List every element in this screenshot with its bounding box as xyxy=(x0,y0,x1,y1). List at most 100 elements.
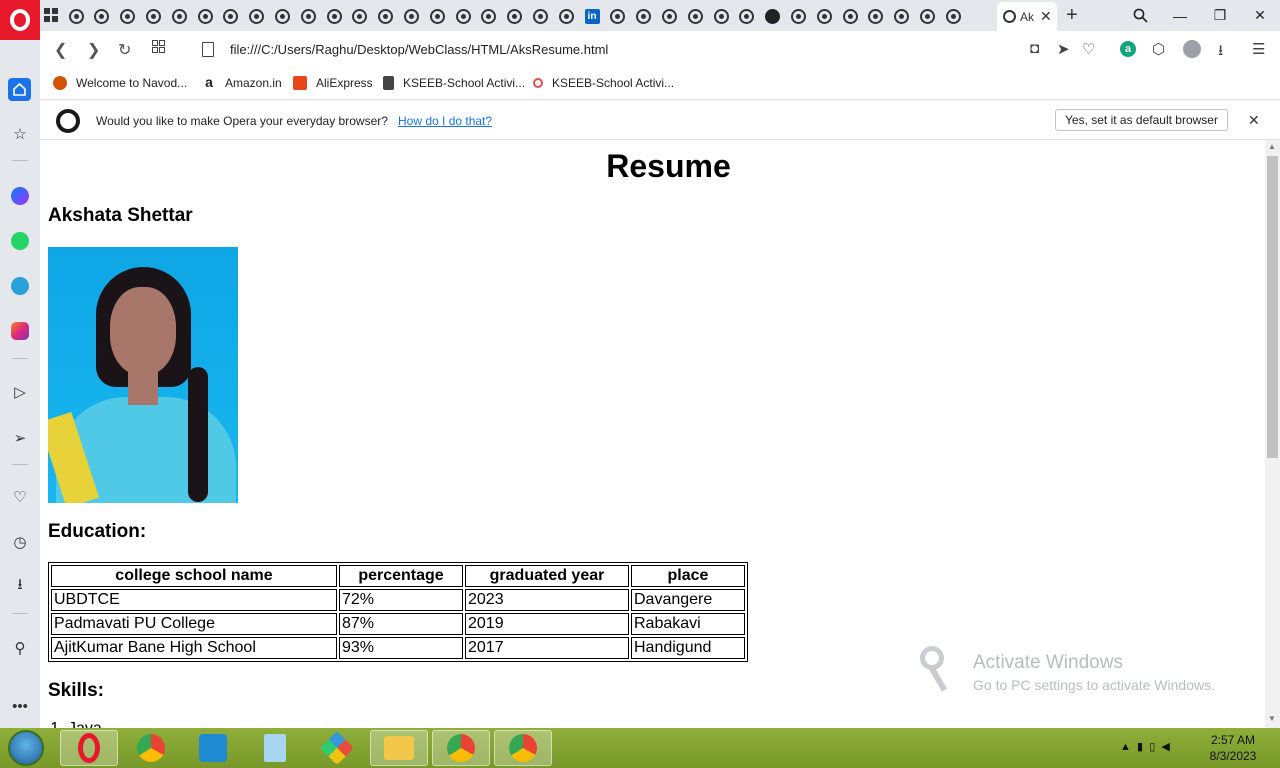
pinned-tab[interactable] xyxy=(424,4,450,28)
pinned-tab[interactable] xyxy=(502,4,528,28)
site-favicon-icon xyxy=(945,8,961,24)
active-tab[interactable]: Ak ✕ xyxy=(997,2,1057,31)
pinned-tab[interactable] xyxy=(244,4,270,28)
scroll-up-icon[interactable]: ▲ xyxy=(1268,142,1276,151)
pinned-tab[interactable] xyxy=(295,4,321,28)
pinned-tab[interactable] xyxy=(940,4,966,28)
star-icon[interactable]: ☆ xyxy=(10,124,30,144)
start-button[interactable] xyxy=(8,730,44,766)
pinned-tab[interactable] xyxy=(373,4,399,28)
taskbar-vscode[interactable] xyxy=(184,730,242,766)
scrollbar-thumb[interactable] xyxy=(1267,156,1278,458)
set-default-browser-button[interactable]: Yes, set it as default browser xyxy=(1055,109,1228,131)
telegram-icon[interactable] xyxy=(10,276,30,296)
lightbulb-icon[interactable]: ⚲ xyxy=(10,638,30,658)
pinned-tab[interactable] xyxy=(450,4,476,28)
back-button[interactable]: ❮ xyxy=(54,40,67,60)
pinned-tab[interactable] xyxy=(863,4,889,28)
close-notice-icon[interactable]: ✕ xyxy=(1248,112,1260,129)
pinned-tab[interactable] xyxy=(760,4,786,28)
taskbar-app[interactable] xyxy=(308,730,366,766)
send-icon[interactable]: ➤ xyxy=(1057,40,1070,58)
pinned-tab[interactable] xyxy=(192,4,218,28)
tab-grid-icon[interactable] xyxy=(44,8,58,27)
taskbar-chrome[interactable] xyxy=(122,730,180,766)
page-scrollbar[interactable]: ▲ ▼ xyxy=(1265,140,1280,728)
search-icon[interactable] xyxy=(1120,0,1160,31)
instagram-icon[interactable] xyxy=(10,321,30,341)
more-icon[interactable]: ••• xyxy=(10,696,30,716)
reload-button[interactable]: ↻ xyxy=(118,40,131,60)
system-tray[interactable]: ▲ ▮ ▯ ◀ xyxy=(1120,740,1170,753)
page-info-icon[interactable] xyxy=(202,42,214,57)
extension-icon[interactable]: a xyxy=(1120,41,1136,57)
close-window-button[interactable]: ✕ xyxy=(1240,0,1280,31)
taskbar-explorer[interactable] xyxy=(370,730,428,766)
download-icon[interactable]: ⭳ xyxy=(10,576,30,596)
pinned-tab[interactable] xyxy=(89,4,115,28)
bookmark-item[interactable]: AliExpress xyxy=(293,76,373,90)
pinned-tab[interactable]: in xyxy=(579,4,605,28)
pinned-tab[interactable] xyxy=(605,4,631,28)
pinned-tab[interactable] xyxy=(398,4,424,28)
easy-setup-icon[interactable]: ☰ xyxy=(1252,40,1265,58)
clock[interactable]: 2:57 AM 8/3/2023 xyxy=(1198,732,1268,764)
bookmark-item[interactable]: KSEEB-School Activi... xyxy=(533,76,674,90)
whatsapp-icon[interactable] xyxy=(10,231,30,251)
pinned-tab[interactable] xyxy=(708,4,734,28)
pinned-tab[interactable] xyxy=(656,4,682,28)
chevron-up-icon[interactable]: ▲ xyxy=(1120,741,1131,753)
bookmark-item[interactable]: KSEEB-School Activi... xyxy=(383,76,525,90)
pinned-tab[interactable] xyxy=(837,4,863,28)
pinned-tab[interactable] xyxy=(269,4,295,28)
pinned-tab[interactable] xyxy=(347,4,373,28)
forward-button[interactable]: ❯ xyxy=(87,40,100,60)
download-icon[interactable]: ⭳ xyxy=(1218,40,1223,65)
pinned-tab[interactable] xyxy=(140,4,166,28)
battery-icon[interactable]: ▮ xyxy=(1137,741,1143,753)
bookmark-item[interactable]: a Amazon.in xyxy=(202,75,282,90)
pinned-tab[interactable] xyxy=(115,4,141,28)
player-icon[interactable]: ▷ xyxy=(10,382,30,402)
maximize-button[interactable]: ❐ xyxy=(1200,0,1240,31)
taskbar-opera[interactable] xyxy=(60,730,118,766)
volume-icon[interactable]: ◀ xyxy=(1161,741,1169,753)
speed-dial-icon[interactable] xyxy=(152,40,165,58)
heart-icon[interactable]: ♡ xyxy=(1082,40,1095,58)
pinned-tab[interactable] xyxy=(631,4,657,28)
heart-icon[interactable]: ♡ xyxy=(10,487,30,507)
pinned-tab[interactable] xyxy=(914,4,940,28)
scroll-down-icon[interactable]: ▼ xyxy=(1268,714,1276,723)
new-tab-button[interactable]: + xyxy=(1066,4,1078,27)
url-field[interactable]: file:///C:/Users/Raghu/Desktop/WebClass/… xyxy=(230,42,608,57)
pinned-tab[interactable] xyxy=(811,4,837,28)
home-icon[interactable] xyxy=(8,78,31,101)
pinned-tab[interactable] xyxy=(553,4,579,28)
pinned-tab[interactable] xyxy=(889,4,915,28)
pinned-tab[interactable] xyxy=(63,4,89,28)
profile-avatar[interactable] xyxy=(1183,40,1201,58)
network-icon[interactable]: ▯ xyxy=(1149,741,1155,753)
minimize-button[interactable]: — xyxy=(1160,0,1200,31)
pinned-tab[interactable] xyxy=(166,4,192,28)
taskbar-chrome-profile[interactable] xyxy=(494,730,552,766)
snapshot-icon[interactable]: ◘ xyxy=(1030,40,1039,57)
messenger-icon[interactable] xyxy=(10,186,30,206)
taskbar-chrome-profile[interactable] xyxy=(432,730,490,766)
pinned-tab[interactable] xyxy=(321,4,347,28)
table-row: UBDTCE 72% 2023 Davangere xyxy=(51,589,745,611)
taskbar-notepad[interactable] xyxy=(246,730,304,766)
pinned-tab[interactable] xyxy=(476,4,502,28)
opera-menu-button[interactable] xyxy=(0,0,40,40)
bookmark-item[interactable]: Welcome to Navod... xyxy=(53,76,187,90)
pinned-tab[interactable] xyxy=(527,4,553,28)
history-icon[interactable]: ◷ xyxy=(10,532,30,552)
cube-icon[interactable]: ⬡ xyxy=(1152,40,1165,58)
close-tab-icon[interactable]: ✕ xyxy=(1040,8,1052,25)
how-to-link[interactable]: How do I do that? xyxy=(398,114,492,128)
pinned-tab[interactable] xyxy=(734,4,760,28)
pinned-tab[interactable] xyxy=(218,4,244,28)
pinned-tab[interactable] xyxy=(785,4,811,28)
pinned-tab[interactable] xyxy=(682,4,708,28)
send-icon[interactable]: ➢ xyxy=(10,428,30,448)
